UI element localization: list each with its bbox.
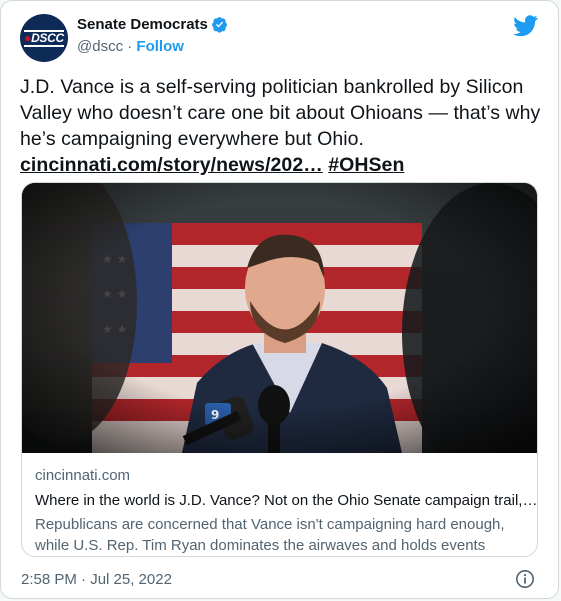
author-handle[interactable]: @dscc — [77, 38, 123, 55]
hashtag-link[interactable]: #OHSen — [328, 154, 404, 176]
verified-badge-icon — [211, 17, 227, 33]
card-image: ★ ★ ★ ★ ★ ★ 9 — [22, 183, 537, 453]
follow-link[interactable]: Follow — [136, 38, 184, 55]
tweet-embed: ●DSCC Senate Democrats @dscc · Follow J.… — [0, 0, 559, 599]
card-info: cincinnati.com Where in the world is J.D… — [35, 466, 538, 556]
separator: · — [127, 38, 133, 55]
card-domain: cincinnati.com — [35, 467, 131, 484]
author-handle-row: @dscc · Follow — [77, 38, 184, 55]
tweet-body: J.D. Vance is a self-serving politician … — [20, 76, 541, 150]
author-display-name[interactable]: Senate Democrats — [77, 16, 208, 33]
info-icon[interactable] — [515, 569, 535, 589]
tweet-text: J.D. Vance is a self-serving politician … — [20, 74, 545, 178]
card-title: Where in the world is J.D. Vance? Not on… — [35, 492, 538, 509]
tweet-url-link[interactable]: cincinnati.com/story/news/202… — [20, 154, 323, 176]
avatar[interactable]: ●DSCC — [20, 14, 68, 62]
tweet-timestamp[interactable]: 2:58 PM · Jul 25, 2022 — [21, 571, 172, 588]
twitter-bird-icon[interactable] — [513, 15, 538, 36]
link-preview-card[interactable]: ★ ★ ★ ★ ★ ★ 9 cincinnati.com Where in th — [21, 182, 538, 557]
avatar-logo-text: ●DSCC — [24, 29, 64, 47]
author-name-row: Senate Democrats — [77, 16, 228, 33]
card-description: Republicans are concerned that Vance isn… — [35, 516, 505, 554]
